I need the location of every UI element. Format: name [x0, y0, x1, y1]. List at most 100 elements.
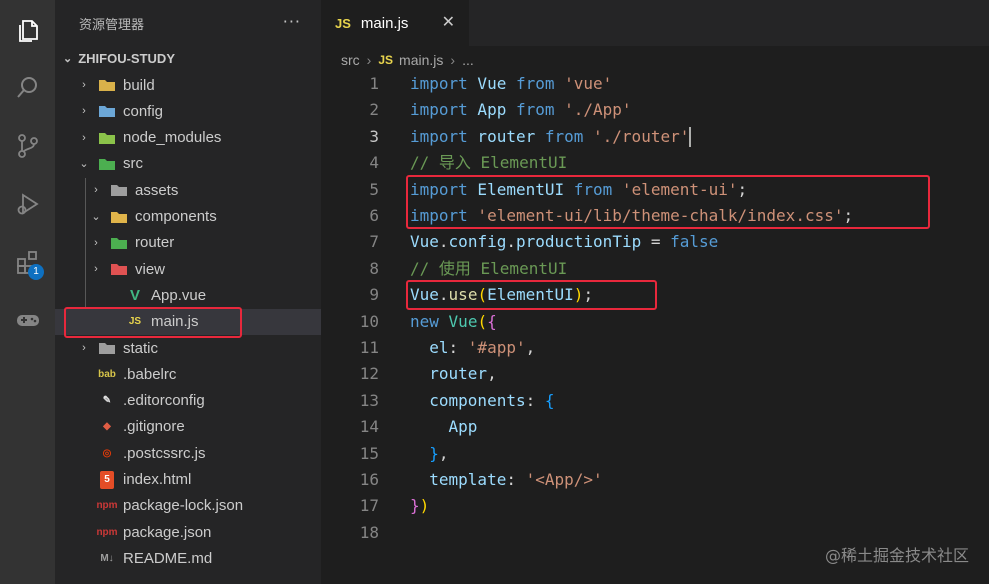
tree-item[interactable]: › view: [55, 256, 321, 282]
chevron-right-icon: ›: [94, 184, 98, 197]
code-token: config: [448, 232, 507, 252]
run-debug-icon[interactable]: [0, 180, 55, 228]
tree-item[interactable]: M↓ README.md: [55, 545, 321, 571]
chevron-right-icon: ›: [82, 105, 86, 118]
line-number: 13: [359, 390, 379, 410]
tree-item[interactable]: 5 index.html: [55, 467, 321, 493]
breadcrumb-item-file[interactable]: main.js: [399, 52, 443, 68]
more-actions-icon[interactable]: ···: [283, 12, 301, 31]
folder-router-icon: [109, 234, 129, 252]
code-token: '<App/>': [525, 470, 603, 489]
code-token: {: [487, 311, 497, 331]
project-name: ZHIFOU-STUDY: [78, 50, 175, 66]
editorconfig-file-icon: ✎: [102, 395, 112, 407]
code-line[interactable]: 12 router,: [321, 361, 989, 388]
chevron-right-icon: ›: [450, 52, 456, 68]
breadcrumb-item-symbol[interactable]: ...: [462, 52, 474, 68]
tree-item[interactable]: › node_modules: [55, 125, 321, 151]
code-token: (: [477, 311, 488, 331]
tree-item[interactable]: bab .babelrc: [55, 361, 321, 387]
chevron-right-icon: ›: [82, 342, 86, 354]
code-line[interactable]: 10 new Vue({: [321, 309, 989, 336]
code-line[interactable]: 4 // 导入 ElementUI: [321, 150, 989, 177]
line-number: 5: [369, 179, 379, 199]
tab-bar: JS main.js ✕: [321, 0, 989, 46]
npm-file-icon: npm: [96, 500, 118, 512]
tab-label: main.js: [360, 14, 409, 32]
code-token: {: [544, 390, 555, 410]
markdown-file-icon: M↓: [100, 552, 114, 564]
breadcrumb: src › JS main.js › ...: [341, 48, 474, 72]
tree-item[interactable]: › assets: [55, 177, 321, 203]
code-token: el: [429, 338, 449, 357]
code-line[interactable]: 8 // 使用 ElementUI: [321, 256, 989, 283]
code-token: :: [448, 338, 468, 357]
code-line[interactable]: 16 template: '<App/>': [321, 467, 989, 494]
tree-item-label: node_modules: [123, 129, 222, 147]
code-line[interactable]: 15 },: [321, 441, 989, 468]
remote-gamepad-icon[interactable]: [0, 296, 55, 344]
tree-item[interactable]: › static: [55, 335, 321, 361]
tree-item[interactable]: ✎ .editorconfig: [55, 388, 321, 414]
code-text: import router from './router': [410, 124, 692, 151]
code-text: // 使用 ElementUI: [410, 256, 567, 283]
tree-item[interactable]: ⌄ src: [55, 151, 321, 177]
code-token: // 使用 ElementUI: [410, 258, 568, 278]
code-line[interactable]: 11 el: '#app',: [321, 335, 989, 362]
code-token: .: [438, 232, 449, 252]
project-section-header[interactable]: ⌄ ZHIFOU-STUDY: [55, 46, 321, 70]
code-line[interactable]: 1 import Vue from 'vue': [321, 71, 989, 98]
explorer-icon[interactable]: [0, 6, 55, 54]
tree-item-label: router: [135, 234, 175, 252]
text-cursor: [689, 127, 692, 148]
folder-src-open-icon: [97, 155, 117, 173]
close-icon[interactable]: ✕: [442, 12, 455, 31]
highlight-box-use: [406, 280, 657, 310]
code-line[interactable]: 7 Vue.config.productionTip = false: [321, 229, 989, 256]
tree-item[interactable]: ◎ .postcssrc.js: [55, 440, 321, 466]
code-line[interactable]: 3 import router from './router': [321, 124, 989, 151]
code-text: Vue.config.productionTip = false: [410, 229, 718, 256]
code-line[interactable]: 14 App: [321, 414, 989, 441]
editor: JS main.js ✕ src › JS main.js › ... 1 imp…: [321, 0, 989, 584]
code-token: // 导入 ElementUI: [410, 153, 568, 173]
code-token: Vue: [467, 74, 516, 93]
tree-item[interactable]: npm package.json: [55, 519, 321, 545]
tree-item[interactable]: npm package-lock.json: [55, 493, 321, 519]
tree-item-label: static: [123, 339, 159, 357]
line-number: 3: [369, 126, 379, 146]
tree-item[interactable]: › build: [55, 72, 321, 98]
extensions-icon[interactable]: 1: [0, 238, 55, 286]
code-text: new Vue({: [410, 309, 497, 336]
code-token: router: [467, 126, 545, 146]
code-line[interactable]: 13 components: {: [321, 388, 989, 415]
tree-item[interactable]: V App.vue: [55, 282, 321, 308]
tab-main-js[interactable]: JS main.js ✕: [321, 0, 469, 46]
tree-item-label: package-lock.json: [123, 497, 244, 515]
code-line[interactable]: 17}): [321, 493, 989, 520]
tree-item-label: .gitignore: [123, 418, 185, 436]
code-token: :: [525, 390, 545, 410]
code-token: ): [419, 496, 430, 516]
code-text: App: [410, 414, 478, 441]
tree-item-label: README.md: [123, 549, 213, 567]
tree-item[interactable]: › config: [55, 98, 321, 124]
chevron-right-icon: ›: [366, 52, 372, 68]
folder-view-icon: [109, 260, 129, 278]
breadcrumb-item-src[interactable]: src: [341, 52, 360, 68]
code-token: Vue: [410, 232, 439, 252]
code-token: .: [506, 232, 516, 252]
line-number: 14: [359, 417, 379, 437]
tree-item[interactable]: ◆ .gitignore: [55, 414, 321, 440]
code-token: import: [410, 126, 468, 146]
folder-node-icon: [97, 129, 117, 147]
code-line[interactable]: 2 import App from './App': [321, 97, 989, 124]
search-icon[interactable]: [0, 64, 55, 112]
line-number: 1: [369, 74, 379, 93]
tree-item[interactable]: › router: [55, 230, 321, 256]
js-file-icon: JS: [335, 15, 351, 31]
line-number: 7: [369, 232, 379, 252]
source-control-icon[interactable]: [0, 122, 55, 170]
tree-item[interactable]: ⌄ components: [55, 204, 321, 230]
activity-bar: 1: [0, 0, 55, 584]
